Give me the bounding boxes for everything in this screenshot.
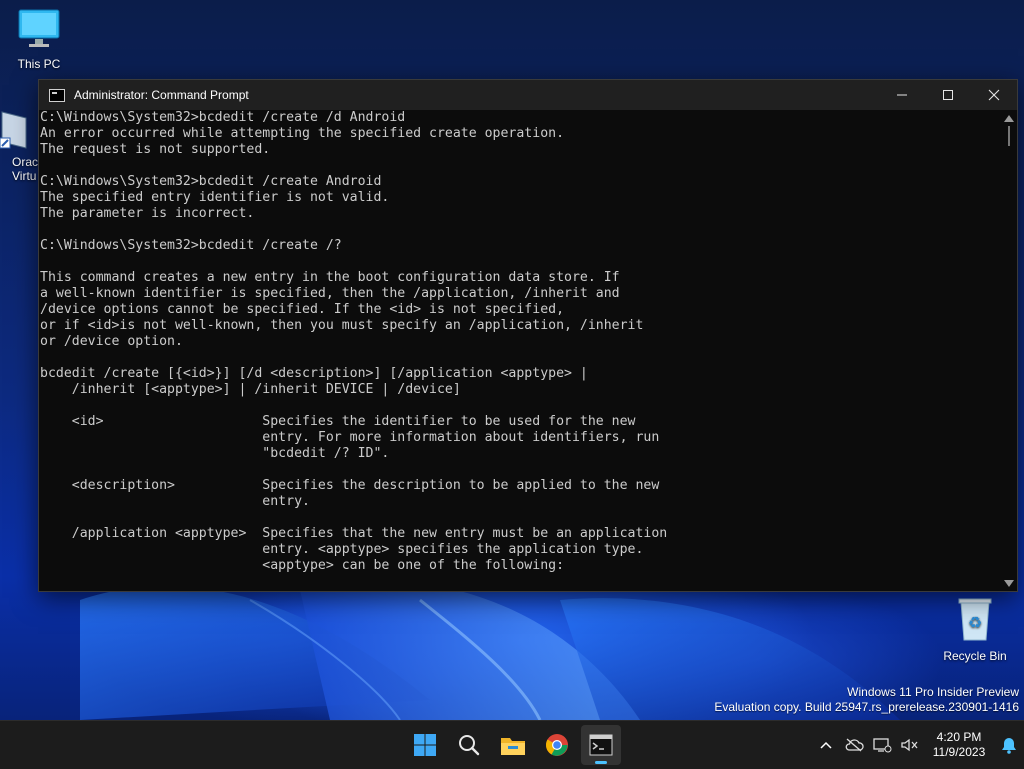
- svg-text:♻: ♻: [968, 613, 982, 632]
- network-button[interactable]: [868, 725, 896, 765]
- close-button[interactable]: [971, 80, 1017, 110]
- maximize-icon: [943, 90, 953, 100]
- desktop-icon-recycle-bin[interactable]: ♻ Recycle Bin: [937, 596, 1013, 663]
- taskbar-file-explorer[interactable]: [493, 725, 533, 765]
- terminal-icon: [589, 734, 613, 756]
- console-output[interactable]: C:\Windows\System32>bcdedit /create /d A…: [39, 110, 1001, 591]
- cmd-app-icon: [49, 88, 65, 102]
- taskbar-search-button[interactable]: [449, 725, 489, 765]
- bell-icon: [1002, 738, 1016, 754]
- taskbar-clock[interactable]: 4:20 PM 11/9/2023: [924, 730, 994, 760]
- chrome-icon: [546, 734, 568, 756]
- maximize-button[interactable]: [925, 80, 971, 110]
- speaker-muted-icon: [901, 738, 918, 752]
- start-icon: [414, 734, 436, 756]
- desktop-icon-label: This PC: [17, 57, 61, 71]
- window-title: Administrator: Command Prompt: [74, 88, 249, 102]
- watermark-line-2: Evaluation copy. Build 25947.rs_prerelea…: [714, 700, 1019, 714]
- network-icon: [873, 738, 892, 753]
- start-button[interactable]: [405, 725, 445, 765]
- taskbar-apps: [405, 725, 621, 765]
- minimize-icon: [897, 94, 907, 96]
- desktop-icon-label: Recycle Bin: [943, 649, 1007, 663]
- command-prompt-window[interactable]: Administrator: Command Prompt C:\Windows…: [38, 79, 1018, 592]
- chevron-up-icon: [820, 741, 832, 749]
- scroll-up-arrow-icon[interactable]: [1004, 115, 1014, 122]
- taskbar-command-prompt[interactable]: [581, 725, 621, 765]
- scroll-down-arrow-icon[interactable]: [1004, 580, 1014, 587]
- vertical-scrollbar[interactable]: [1001, 110, 1017, 591]
- watermark-line-1: Windows 11 Pro Insider Preview: [847, 685, 1019, 699]
- volume-button[interactable]: [896, 725, 924, 765]
- taskbar: 4:20 PM 11/9/2023: [0, 720, 1024, 769]
- notifications-button[interactable]: [994, 725, 1024, 765]
- taskbar-chrome[interactable]: [537, 725, 577, 765]
- show-hidden-icons-button[interactable]: [812, 725, 840, 765]
- clock-time: 4:20 PM: [936, 730, 982, 744]
- desktop-icon-this-pc[interactable]: This PC: [1, 8, 77, 71]
- monitor-icon: [1, 8, 77, 53]
- close-icon: [988, 89, 1000, 101]
- recycle-bin-icon: ♻: [937, 596, 1013, 645]
- search-icon: [459, 735, 480, 756]
- clock-date: 11/9/2023: [932, 745, 986, 759]
- system-tray: 4:20 PM 11/9/2023: [812, 721, 1024, 769]
- evaluation-watermark: Windows 11 Pro Insider Preview Evaluatio…: [714, 685, 1019, 715]
- onedrive-button[interactable]: [840, 725, 868, 765]
- window-titlebar[interactable]: Administrator: Command Prompt: [39, 80, 1017, 110]
- file-explorer-icon: [501, 738, 525, 755]
- scrollbar-thumb[interactable]: [1008, 126, 1010, 146]
- minimize-button[interactable]: [879, 80, 925, 110]
- cloud-offline-icon: [845, 738, 864, 752]
